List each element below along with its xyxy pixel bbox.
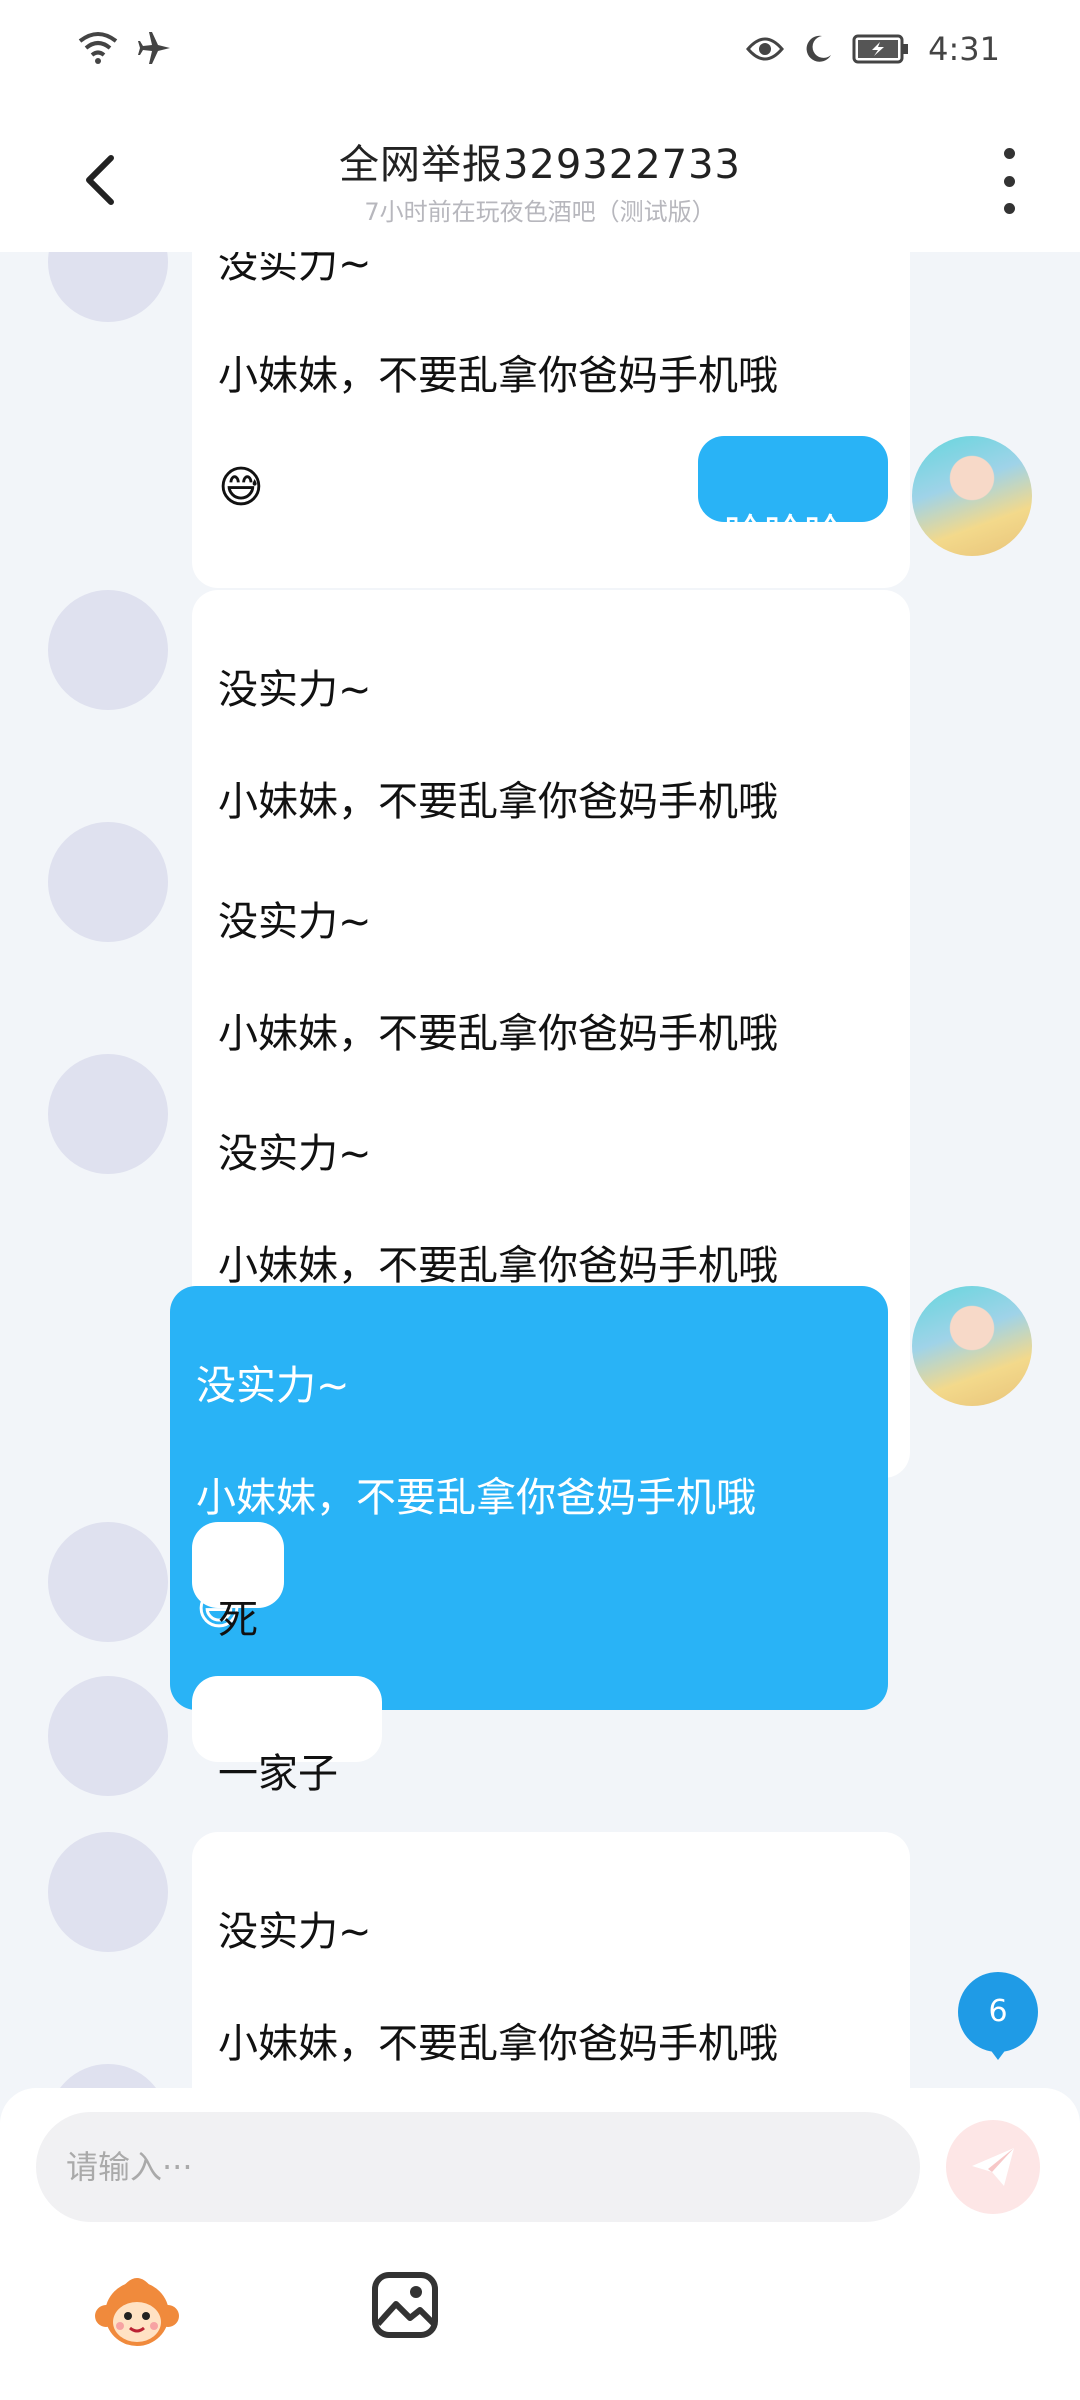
message-text: 死 [218, 1597, 258, 1643]
contact-avatar[interactable] [48, 1522, 168, 1642]
message-input[interactable] [36, 2112, 920, 2222]
message-bubble-self[interactable]: 哈哈哈 [698, 436, 888, 557]
chat-title: 全网举报329322733 [338, 142, 742, 188]
contact-avatar[interactable] [48, 590, 168, 710]
contact-avatar[interactable] [48, 1054, 168, 1174]
message-text: 没实力~ [218, 667, 372, 713]
message-text: 没实力~ [218, 899, 372, 945]
wifi-icon [78, 32, 118, 64]
sweat-smile-emoji-icon: 😅 [196, 1584, 242, 1635]
message-bubble[interactable]: 死 [192, 1522, 284, 1643]
more-dot-icon [1003, 148, 1015, 159]
message-text: 没实力~ [218, 1909, 372, 1955]
chat-subtitle: 7小时前在玩夜色酒吧（测试版） [364, 198, 716, 226]
contact-avatar[interactable] [48, 1832, 168, 1952]
message-composer [0, 2088, 1080, 2400]
more-dot-icon [1003, 175, 1015, 187]
message-bubble[interactable]: 没实力~ 小妹妹，不要乱拿你爸妈手机哦 😅 [192, 1832, 910, 2088]
status-bar: 4:31 [0, 0, 1080, 110]
mascot-emoji-button[interactable] [92, 2268, 182, 2358]
send-button[interactable] [946, 2120, 1040, 2214]
message-bubble[interactable]: 一家子 [192, 1676, 382, 1797]
message-bubble-self[interactable]: 没实力~ 小妹妹，不要乱拿你爸妈手机哦 😅 [170, 1286, 888, 1710]
image-picker-button[interactable] [370, 2270, 440, 2340]
monkey-mascot-icon [95, 2278, 179, 2346]
message-text: 小妹妹，不要乱拿你爸妈手机哦 [218, 353, 778, 399]
self-avatar[interactable] [912, 436, 1032, 556]
message-list[interactable]: 没实力~ 小妹妹，不要乱拿你爸妈手机哦 😅 哈哈哈 没实力~ 小妹妹，不要乱拿你… [0, 252, 1080, 2088]
message-text: 没实力~ [218, 252, 372, 287]
message-text: 一家子 [218, 1751, 338, 1797]
contact-avatar[interactable] [48, 252, 168, 322]
status-time: 4:31 [928, 30, 1000, 68]
self-avatar[interactable] [912, 1286, 1032, 1406]
message-text: 小妹妹，不要乱拿你爸妈手机哦 [218, 2021, 778, 2067]
more-options-button[interactable] [994, 148, 1024, 214]
message-text: 没实力~ [196, 1363, 350, 1409]
unread-count-badge[interactable]: 6 [958, 1972, 1038, 2060]
image-icon [372, 2272, 438, 2338]
eye-icon [746, 37, 785, 61]
message-bubble[interactable] [192, 2064, 282, 2088]
contact-avatar[interactable] [48, 822, 168, 942]
contact-avatar[interactable] [48, 2064, 168, 2088]
message-text: 哈哈哈 [724, 511, 844, 557]
contact-avatar[interactable] [48, 1676, 168, 1796]
message-text: 小妹妹，不要乱拿你爸妈手机哦 [196, 1475, 756, 1521]
paper-plane-icon [972, 2148, 1014, 2186]
battery-icon [852, 34, 909, 64]
message-text: 没实力~ [218, 1131, 372, 1177]
chat-header: 全网举报329322733 7小时前在玩夜色酒吧（测试版） [0, 110, 1080, 252]
more-dot-icon [1003, 203, 1015, 214]
moon-icon [806, 35, 832, 62]
airplane-mode-icon [138, 32, 170, 64]
